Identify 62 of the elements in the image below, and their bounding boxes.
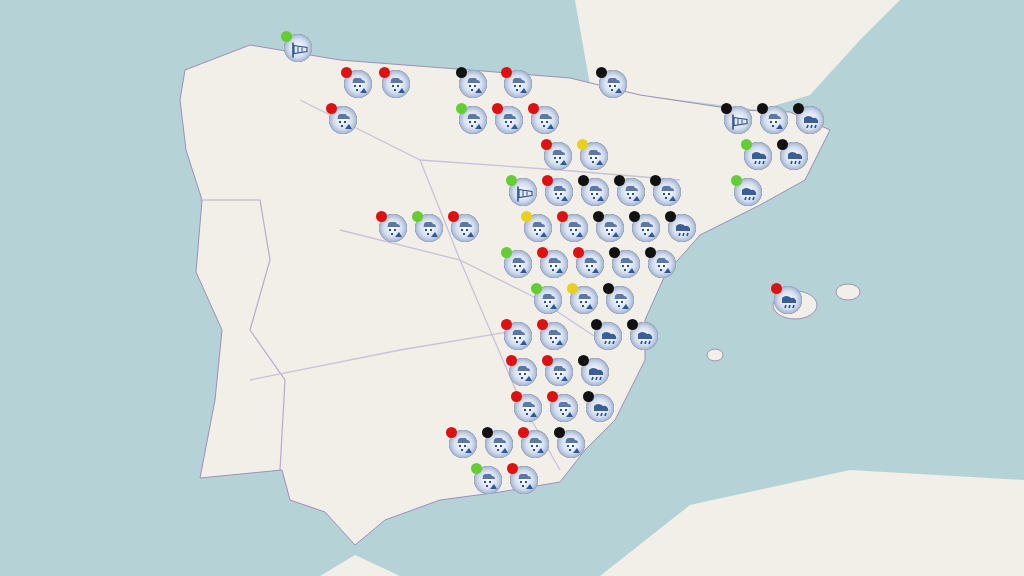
snow-cloud-icon [503, 114, 518, 129]
snow-cloud-icon [457, 438, 472, 453]
snow-cloud-icon [661, 186, 676, 201]
snow-cloud-icon [552, 150, 567, 165]
rain-cloud-icon [676, 223, 691, 236]
snow-cloud-icon [768, 114, 783, 129]
snow-cloud-icon [352, 78, 367, 93]
rain-cloud-icon [752, 151, 767, 164]
rain-cloud-icon [788, 151, 803, 164]
snow-cloud-icon [542, 294, 557, 309]
snow-cloud-icon [390, 78, 405, 93]
snow-cloud-icon [553, 186, 568, 201]
snow-cloud-icon [604, 222, 619, 237]
snow-cloud-icon [522, 402, 537, 417]
snow-cloud-icon [620, 258, 635, 273]
snow-cloud-icon [517, 366, 532, 381]
snow-cloud-icon [568, 222, 583, 237]
snow-cloud-icon [512, 78, 527, 93]
rain-cloud-icon [742, 187, 757, 200]
snow-cloud-icon [548, 330, 563, 345]
map-marker[interactable] [411, 210, 445, 244]
snow-cloud-icon [614, 294, 629, 309]
snow-cloud-icon [512, 258, 527, 273]
snow-cloud-icon [558, 402, 573, 417]
snow-cloud-icon [467, 114, 482, 129]
map-marker[interactable] [536, 318, 570, 352]
map-marker[interactable] [505, 354, 539, 388]
snow-cloud-icon [584, 258, 599, 273]
snow-cloud-icon [565, 438, 580, 453]
snow-cloud-icon [607, 78, 622, 93]
snow-cloud-icon [387, 222, 402, 237]
rain-cloud-icon [594, 403, 609, 416]
map-marker[interactable] [500, 318, 534, 352]
snow-cloud-icon [548, 258, 563, 273]
snow-cloud-icon [532, 222, 547, 237]
map-marker[interactable] [756, 102, 790, 136]
snow-cloud-icon [518, 474, 533, 489]
snow-cloud-icon [482, 474, 497, 489]
snow-cloud-icon [493, 438, 508, 453]
snow-cloud-icon [640, 222, 655, 237]
windsock-icon [731, 113, 748, 130]
snow-cloud-icon [337, 114, 352, 129]
rain-cloud-icon [638, 331, 653, 344]
snow-cloud-icon [529, 438, 544, 453]
snow-cloud-icon [656, 258, 671, 273]
rain-cloud-icon [602, 331, 617, 344]
map-marker[interactable] [455, 66, 489, 100]
snow-cloud-icon [467, 78, 482, 93]
snow-cloud-icon [625, 186, 640, 201]
rain-cloud-icon [804, 115, 819, 128]
windsock-icon [291, 41, 308, 58]
rain-cloud-icon [589, 367, 604, 380]
snow-cloud-icon [589, 186, 604, 201]
snow-cloud-icon [578, 294, 593, 309]
snow-cloud-icon [588, 150, 603, 165]
snow-cloud-icon [553, 366, 568, 381]
snow-cloud-icon [459, 222, 474, 237]
snow-cloud-icon [512, 330, 527, 345]
windsock-icon [516, 185, 533, 202]
snow-cloud-icon [423, 222, 438, 237]
rain-cloud-icon [782, 295, 797, 308]
snow-cloud-icon [539, 114, 554, 129]
